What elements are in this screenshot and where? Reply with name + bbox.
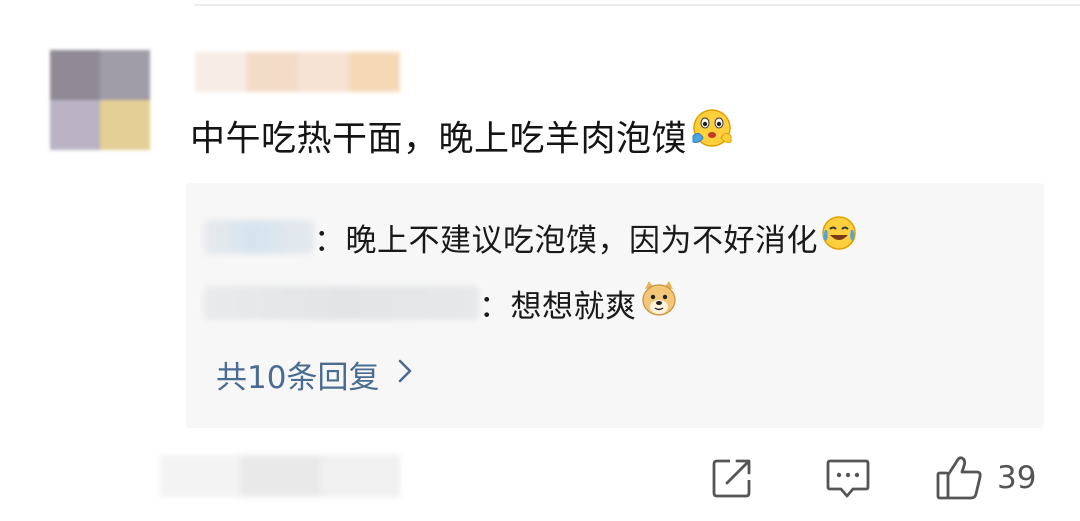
doge-emoji-icon (639, 279, 679, 323)
reply-item[interactable]: ：晚上不建议吃泡馍，因为不好消化 (204, 211, 858, 263)
reply-text: ：想想就爽 (479, 288, 637, 325)
comment-text: 中午吃热干面，晚上吃羊肉泡馍 (190, 109, 735, 171)
username-blurred[interactable] (195, 52, 400, 92)
top-divider (195, 4, 1080, 6)
reply-item[interactable]: ：想想就爽 (204, 277, 679, 329)
view-more-replies-link[interactable]: 共10条回复 (216, 350, 413, 398)
timestamp-blurred (160, 455, 400, 497)
more-replies-label: 共10条回复 (216, 359, 380, 396)
like-count: 39 (997, 460, 1037, 496)
comment-button[interactable] (825, 452, 871, 504)
hug-face-emoji-icon (689, 106, 735, 167)
share-button[interactable] (710, 452, 754, 504)
reply-text: ：晚上不建议吃泡馍，因为不好消化 (314, 222, 818, 259)
reply-username-blurred[interactable] (204, 220, 314, 254)
comment-text-content: 中午吃热干面，晚上吃羊肉泡馍 (190, 119, 688, 160)
thumbs-up-icon[interactable] (935, 453, 985, 503)
laughing-tears-emoji-icon (820, 214, 858, 256)
share-icon[interactable] (710, 456, 754, 500)
avatar[interactable] (50, 50, 150, 150)
chevron-right-icon (397, 356, 413, 392)
reply-username-blurred[interactable] (204, 286, 479, 320)
comment-icon[interactable] (825, 455, 871, 501)
like-button[interactable]: 39 (935, 452, 1036, 504)
